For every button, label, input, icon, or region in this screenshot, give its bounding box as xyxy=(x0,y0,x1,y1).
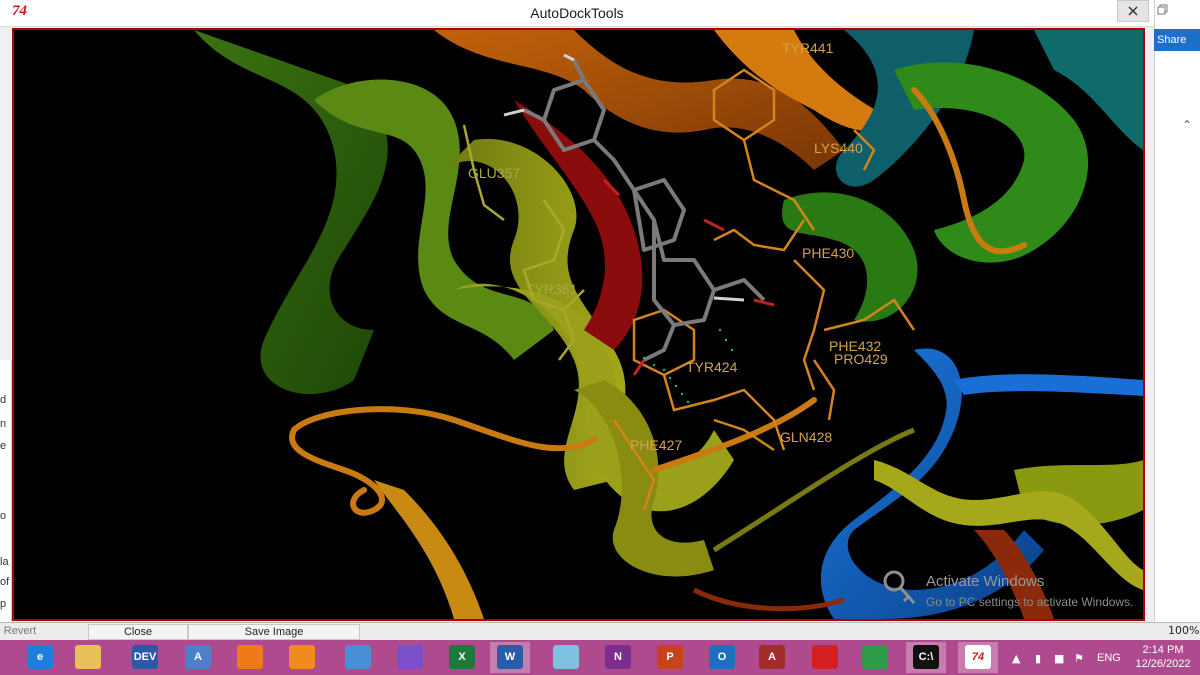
protein-ligand-scene: TYR441 LYS440 GLU357 PHE430 TYR361 PHE43… xyxy=(194,30,1143,619)
close-button[interactable] xyxy=(1117,0,1149,22)
key-icon xyxy=(883,570,916,604)
dev-cpp-icon: DEV xyxy=(132,645,158,669)
residue-label-tyr424: TYR424 xyxy=(686,359,738,375)
residue-label-gln428: GLN428 xyxy=(780,429,832,445)
tray-chevron-icon[interactable]: ▲ xyxy=(1012,652,1020,665)
taskbar-document-viewer-button[interactable]: A xyxy=(178,642,218,673)
protein-loop-red xyxy=(692,587,845,612)
taskbar-internet-explorer-button[interactable]: e xyxy=(20,642,60,673)
taskbar-send-app-button[interactable] xyxy=(338,642,378,673)
residue-label-lys440: LYS440 xyxy=(814,140,863,156)
save-image-button[interactable]: Save Image xyxy=(188,624,360,640)
pdf-app-icon xyxy=(812,645,838,669)
bottom-button-strip: Revert Close Save Image 100% xyxy=(0,622,1200,640)
language-indicator[interactable]: ENG xyxy=(1097,652,1121,664)
taskbar-tk-app-button[interactable]: 74 xyxy=(958,642,998,673)
residue-label-glu357: GLU357 xyxy=(468,165,520,181)
onenote-icon: N xyxy=(605,645,631,669)
clock-date: 12/26/2022 xyxy=(1135,658,1191,670)
taskbar-chrome-button[interactable] xyxy=(855,642,895,673)
vlc-icon xyxy=(289,645,315,669)
residue-label-tyr361: TYR361 xyxy=(526,281,578,297)
taskbar-command-prompt-button[interactable]: C:\ xyxy=(906,642,946,673)
taskbar-onenote-button[interactable]: N xyxy=(598,642,638,673)
taskbar-powerpoint-button[interactable]: P xyxy=(650,642,690,673)
command-prompt-icon: C:\ xyxy=(913,645,939,669)
activation-watermark-title: Activate Windows xyxy=(926,573,1045,590)
protein-ribbons xyxy=(194,30,1143,619)
taskbar-notes-app-button[interactable] xyxy=(546,642,586,673)
outlook-icon: O xyxy=(709,645,735,669)
strip-text: n xyxy=(0,418,7,430)
clock-time: 2:14 PM xyxy=(1142,644,1184,656)
tray-network-icon[interactable]: ■ xyxy=(1054,652,1064,665)
taskbar-outlook-button[interactable]: O xyxy=(702,642,742,673)
notes-app-icon xyxy=(553,645,579,669)
protein-loop-olive xyxy=(712,427,915,553)
visual-studio-icon xyxy=(397,645,423,669)
taskbar-word-button[interactable]: W xyxy=(490,642,530,673)
molecule-viewport[interactable]: TYR441 LYS440 GLU357 PHE430 TYR361 PHE43… xyxy=(12,28,1145,621)
taskbar-dev-cpp-button[interactable]: DEV xyxy=(125,642,165,673)
strip-text: la xyxy=(0,556,9,568)
taskbar-firefox-button[interactable] xyxy=(230,642,270,673)
tray-flag-icon[interactable]: ⚑ xyxy=(1074,652,1084,665)
strip-text: o xyxy=(0,510,7,522)
close-view-button[interactable]: Close xyxy=(88,624,188,640)
internet-explorer-icon: e xyxy=(27,645,53,669)
clock[interactable]: 2:14 PM 12/26/2022 xyxy=(1128,643,1198,671)
send-app-icon xyxy=(345,645,371,669)
file-explorer-icon xyxy=(75,645,101,669)
taskbar-visual-studio-button[interactable] xyxy=(390,642,430,673)
activation-watermark-subtitle: Go to PC settings to activate Windows. xyxy=(926,595,1134,609)
taskbar-file-explorer-button[interactable] xyxy=(68,642,108,673)
chevron-up-icon[interactable]: ⌃ xyxy=(1182,118,1192,132)
background-window-strip: d n e o la of p xyxy=(0,360,12,625)
excel-icon: X xyxy=(449,645,475,669)
zoom-level: 100% xyxy=(1168,624,1200,637)
powerpoint-icon: P xyxy=(657,645,683,669)
side-panel xyxy=(1154,0,1200,640)
window-title: AutoDockTools xyxy=(530,5,624,21)
chrome-icon xyxy=(862,645,888,669)
residue-label-phe427: PHE427 xyxy=(630,437,682,453)
taskbar-pdf-app-button[interactable] xyxy=(805,642,845,673)
document-viewer-icon: A xyxy=(185,645,211,669)
taskbar-excel-button[interactable]: X xyxy=(442,642,482,673)
residue-label-tyr441: TYR441 xyxy=(782,40,834,56)
revert-button[interactable]: Revert xyxy=(0,624,40,638)
taskbar-access-button[interactable]: A xyxy=(752,642,792,673)
restore-icon[interactable] xyxy=(1157,4,1169,16)
strip-text: e xyxy=(0,440,7,452)
access-icon: A xyxy=(759,645,785,669)
strip-text: of xyxy=(0,576,10,588)
strip-text: d xyxy=(0,394,7,406)
tk-app-icon: 74 xyxy=(965,645,991,669)
residue-label-phe430: PHE430 xyxy=(802,245,854,261)
residue-label-pro429: PRO429 xyxy=(834,351,888,367)
strip-text: p xyxy=(0,598,7,610)
word-icon: W xyxy=(497,645,523,669)
firefox-icon xyxy=(237,645,263,669)
close-icon xyxy=(1128,6,1138,16)
tray-device-icon[interactable]: ▮ xyxy=(1035,652,1041,665)
taskbar-vlc-button[interactable] xyxy=(282,642,322,673)
share-button[interactable]: Share xyxy=(1154,29,1200,51)
